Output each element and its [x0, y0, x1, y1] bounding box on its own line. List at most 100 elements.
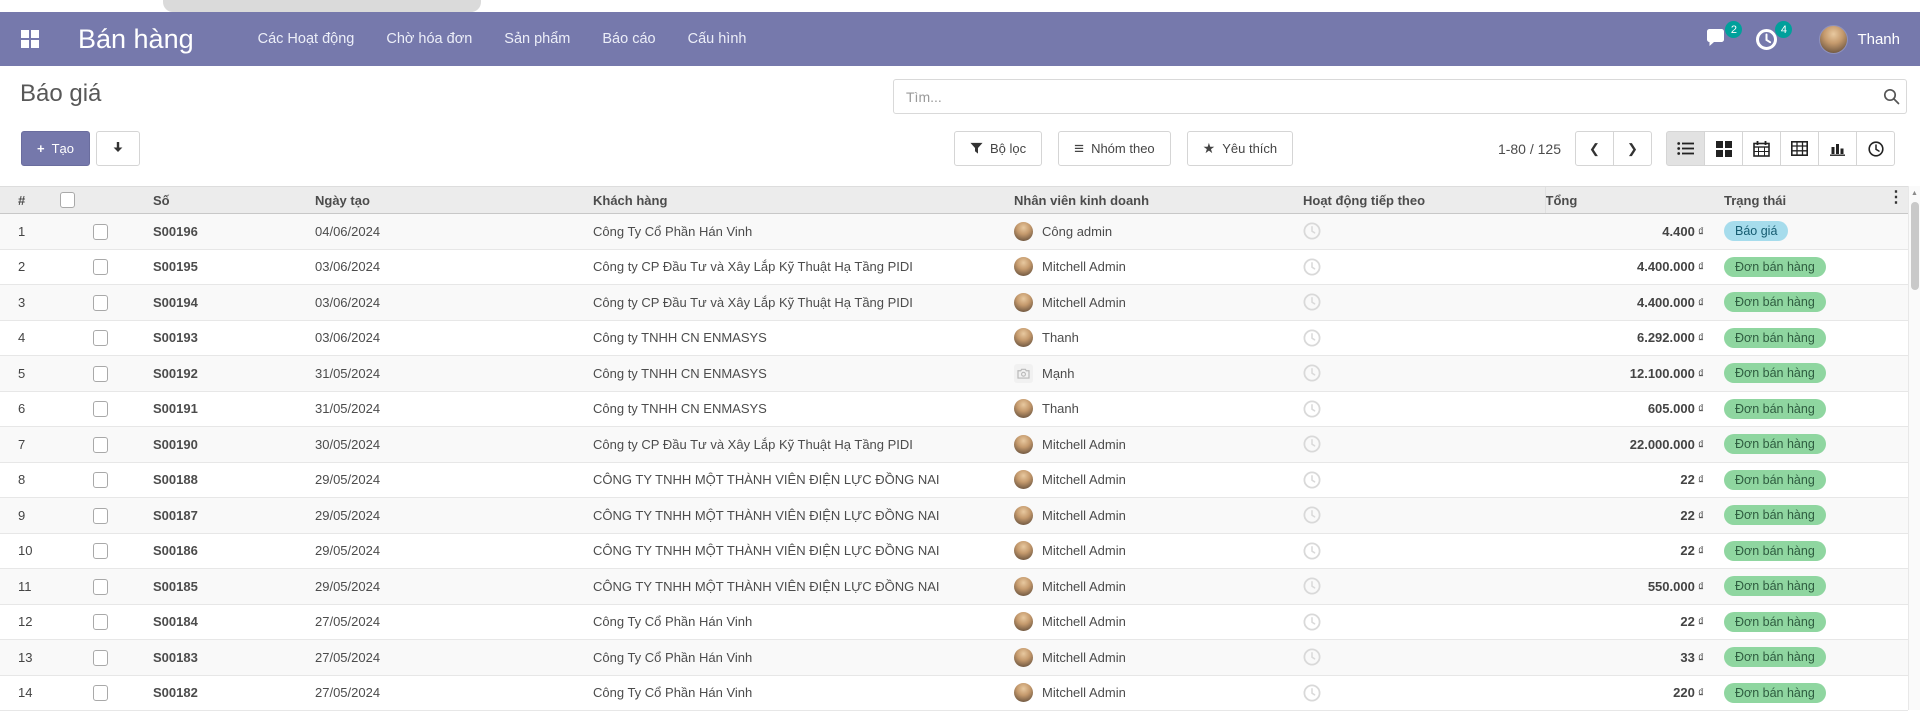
- total-amount: 22.000.000: [1630, 437, 1695, 452]
- apps-menu-icon[interactable]: [20, 29, 40, 49]
- next-activity-cell[interactable]: [1295, 498, 1545, 534]
- row-checkbox[interactable]: [93, 259, 108, 275]
- group-by-button[interactable]: ≡ Nhóm theo: [1058, 131, 1171, 166]
- table-row[interactable]: 6 S00191 31/05/2024 Công ty TNHH CN ENMA…: [0, 391, 1908, 427]
- row-checkbox[interactable]: [93, 472, 108, 488]
- activities-badge: 4: [1775, 21, 1792, 38]
- row-checkbox[interactable]: [93, 224, 108, 240]
- pager-next-button[interactable]: ❯: [1613, 131, 1652, 166]
- row-checkbox[interactable]: [93, 650, 108, 666]
- row-select-cell: [60, 427, 140, 463]
- activities-button[interactable]: 4: [1755, 28, 1779, 50]
- filter-button[interactable]: Bộ lọc: [954, 131, 1042, 166]
- header-salesperson[interactable]: Nhân viên kinh doanh: [1010, 187, 1295, 214]
- messages-button[interactable]: 2: [1705, 28, 1729, 50]
- next-activity-cell[interactable]: [1295, 533, 1545, 569]
- table-row[interactable]: 13 S00183 27/05/2024 Công Ty Cổ Phần Hán…: [0, 640, 1908, 676]
- table-row[interactable]: 8 S00188 29/05/2024 CÔNG TY TNHH MỘT THÀ…: [0, 462, 1908, 498]
- total-cell: 22₫: [1545, 533, 1712, 569]
- table-row[interactable]: 1 S00196 04/06/2024 Công Ty Cổ Phần Hán …: [0, 214, 1908, 250]
- favorites-button[interactable]: ★ Yêu thích: [1187, 131, 1294, 166]
- row-checkbox[interactable]: [93, 579, 108, 595]
- user-avatar: [1819, 25, 1848, 54]
- next-activity-cell[interactable]: [1295, 462, 1545, 498]
- table-row[interactable]: 5 S00192 31/05/2024 Công ty TNHH CN ENMA…: [0, 356, 1908, 392]
- row-checkbox[interactable]: [93, 437, 108, 453]
- currency-symbol: ₫: [1698, 473, 1704, 487]
- nav-item-to-invoice[interactable]: Chờ hóa đơn: [386, 31, 472, 47]
- customer-name: Công ty TNHH CN ENMASYS: [580, 320, 1010, 356]
- table-row[interactable]: 7 S00190 30/05/2024 Công ty CP Đầu Tư và…: [0, 427, 1908, 463]
- view-kanban-button[interactable]: [1704, 131, 1743, 166]
- view-activity-button[interactable]: [1856, 131, 1895, 166]
- export-button[interactable]: [96, 131, 140, 166]
- table-row[interactable]: 3 S00194 03/06/2024 Công ty CP Đầu Tư và…: [0, 285, 1908, 321]
- next-activity-cell[interactable]: [1295, 640, 1545, 676]
- next-activity-cell[interactable]: [1295, 320, 1545, 356]
- row-checkbox[interactable]: [93, 401, 108, 417]
- header-created-date[interactable]: Ngày tạo: [300, 187, 580, 214]
- view-list-button[interactable]: [1666, 131, 1705, 166]
- status-badge: Đơn bán hàng: [1724, 576, 1826, 596]
- row-checkbox[interactable]: [93, 508, 108, 524]
- row-checkbox[interactable]: [93, 614, 108, 630]
- view-calendar-button[interactable]: [1742, 131, 1781, 166]
- user-menu[interactable]: Thanh: [1805, 25, 1900, 54]
- header-total[interactable]: Tổng: [1545, 187, 1712, 214]
- table-row[interactable]: 11 S00185 29/05/2024 CÔNG TY TNHH MỘT TH…: [0, 569, 1908, 605]
- row-checkbox[interactable]: [93, 366, 108, 382]
- order-number: S00196: [140, 214, 300, 250]
- select-all-checkbox[interactable]: [60, 192, 75, 208]
- next-activity-cell[interactable]: [1295, 356, 1545, 392]
- salesperson-cell: Thanh: [1010, 391, 1295, 427]
- header-index[interactable]: #: [0, 187, 60, 214]
- row-checkbox[interactable]: [93, 543, 108, 559]
- table-row[interactable]: 2 S00195 03/06/2024 Công ty CP Đầu Tư và…: [0, 249, 1908, 285]
- table-row[interactable]: 12 S00184 27/05/2024 Công Ty Cổ Phần Hán…: [0, 604, 1908, 640]
- next-activity-cell[interactable]: [1295, 285, 1545, 321]
- view-pivot-button[interactable]: [1780, 131, 1819, 166]
- table-row[interactable]: 4 S00193 03/06/2024 Công ty TNHH CN ENMA…: [0, 320, 1908, 356]
- header-customer[interactable]: Khách hàng: [580, 187, 1010, 214]
- calendar-view-icon: [1753, 141, 1770, 157]
- row-select-cell: [60, 214, 140, 250]
- nav-item-settings[interactable]: Cấu hình: [688, 31, 747, 47]
- row-checkbox[interactable]: [93, 330, 108, 346]
- next-activity-cell[interactable]: [1295, 249, 1545, 285]
- table-row[interactable]: 14 S00182 27/05/2024 Công Ty Cổ Phần Hán…: [0, 675, 1908, 711]
- row-index: 3: [0, 285, 60, 321]
- scrollbar-thumb[interactable]: [1911, 202, 1919, 290]
- table-row[interactable]: 10 S00186 29/05/2024 CÔNG TY TNHH MỘT TH…: [0, 533, 1908, 569]
- row-select-cell: [60, 356, 140, 392]
- next-activity-cell[interactable]: [1295, 604, 1545, 640]
- row-select-cell: [60, 285, 140, 321]
- row-checkbox[interactable]: [93, 295, 108, 311]
- search-input[interactable]: [894, 89, 1876, 105]
- view-graph-button[interactable]: [1818, 131, 1857, 166]
- header-number[interactable]: Số: [140, 187, 300, 214]
- table-row[interactable]: 9 S00187 29/05/2024 CÔNG TY TNHH MỘT THÀ…: [0, 498, 1908, 534]
- pager-previous-button[interactable]: ❮: [1575, 131, 1614, 166]
- app-title[interactable]: Bán hàng: [78, 24, 194, 55]
- header-status[interactable]: Trạng thái: [1712, 187, 1908, 214]
- scrollbar-up-arrow[interactable]: ▲: [1909, 186, 1920, 197]
- next-activity-cell[interactable]: [1295, 675, 1545, 711]
- nav-item-products[interactable]: Sản phẩm: [504, 31, 570, 47]
- search-box: [893, 79, 1907, 114]
- create-button[interactable]: + Tạo: [21, 131, 90, 166]
- vertical-scrollbar[interactable]: ▲: [1908, 186, 1920, 710]
- funnel-icon: [970, 142, 983, 155]
- status-cell: Đơn bán hàng: [1712, 427, 1908, 463]
- nav-item-reporting[interactable]: Báo cáo: [602, 31, 655, 47]
- row-checkbox[interactable]: [93, 685, 108, 701]
- next-activity-cell[interactable]: [1295, 569, 1545, 605]
- search-icon[interactable]: [1876, 88, 1906, 105]
- column-options-icon[interactable]: ⋮: [1888, 190, 1904, 206]
- header-next-activity[interactable]: Hoạt động tiếp theo: [1295, 187, 1545, 214]
- nav-item-activities[interactable]: Các Hoạt động: [258, 31, 355, 47]
- next-activity-cell[interactable]: [1295, 427, 1545, 463]
- row-select-cell: [60, 533, 140, 569]
- total-amount: 33: [1680, 650, 1694, 665]
- next-activity-cell[interactable]: [1295, 214, 1545, 250]
- next-activity-cell[interactable]: [1295, 391, 1545, 427]
